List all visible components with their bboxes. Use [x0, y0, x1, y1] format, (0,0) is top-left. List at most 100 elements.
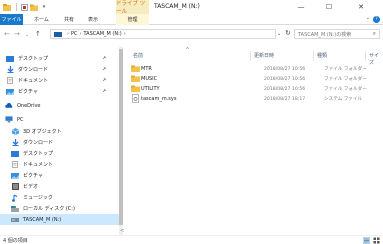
sidebar-item-label: PC	[17, 116, 24, 123]
breadcrumb-separator: ›	[79, 31, 82, 37]
folder-icon	[131, 75, 140, 82]
sidebar-item-label: TASCAM_M (N:)	[23, 216, 62, 223]
tab-manage[interactable]: 管理	[116, 14, 149, 25]
column-header-modified[interactable]: 更新日時	[254, 52, 274, 60]
sidebar-item-downloads[interactable]: ダウンロード	[0, 137, 119, 148]
explorer-window-icon	[3, 3, 11, 11]
folder-icon	[131, 85, 140, 92]
tab-home[interactable]: ホーム	[34, 14, 49, 25]
address-dropdown-button[interactable]: ⌄	[277, 31, 281, 37]
file-type: ファイル フォルダー	[324, 67, 367, 72]
column-header-size[interactable]: サイズ	[369, 52, 383, 66]
breadcrumb-separator: ›	[67, 31, 69, 37]
file-name: MUSIC	[141, 76, 158, 82]
file-row-mtr[interactable]: MTR 2018/08/27 10:56 ファイル フォルダー	[125, 64, 383, 74]
tab-share[interactable]: 共有	[64, 14, 74, 25]
minimize-button[interactable]: —	[290, 0, 312, 14]
sidebar-item-label: OneDrive	[17, 102, 41, 109]
sidebar-item-desktop-pinned[interactable]: デスクトップ	[0, 53, 119, 64]
sidebar-item-label: ローカル ディスク (C:)	[23, 206, 75, 212]
3d-objects-icon	[11, 128, 19, 135]
sidebar-item-tascam-drive[interactable]: TASCAM_M (N:)	[0, 214, 119, 225]
desktop-icon	[11, 150, 19, 157]
sidebar-item-onedrive[interactable]: OneDrive	[0, 100, 119, 111]
column-divider[interactable]	[250, 51, 251, 61]
address-bar[interactable]: › PC › TASCAM_M (N:) ›	[50, 29, 276, 39]
scrollbar-thumb[interactable]	[119, 49, 123, 225]
customize-toolbar-icon[interactable]: ▾	[40, 4, 48, 11]
refresh-button[interactable]: ↻	[285, 29, 291, 37]
navigation-scrollbar[interactable]	[119, 47, 123, 235]
pc-icon	[5, 116, 13, 123]
tab-file[interactable]: ファイル	[0, 14, 23, 25]
documents-icon	[11, 161, 19, 168]
sidebar-item-pc[interactable]: PC	[0, 114, 119, 125]
file-row-tascam-sys[interactable]: tascam_m.sys 2018/08/27 18:17 システム ファイル	[125, 94, 383, 104]
column-header-name[interactable]: 名前	[133, 52, 143, 60]
item-count: 4 個の項目	[3, 238, 28, 244]
sidebar-item-3d-objects[interactable]: 3D オブジェクト	[0, 126, 119, 137]
ribbon-expand-icon[interactable]: ⌄	[366, 15, 370, 21]
sidebar-item-label: ビデオ	[23, 184, 39, 190]
sidebar-item-label: デスクトップ	[18, 56, 49, 62]
sidebar-item-pictures-pinned[interactable]: ピクチャ	[0, 86, 119, 97]
forward-button[interactable]: →	[14, 30, 20, 38]
music-icon	[11, 194, 19, 202]
onedrive-icon	[5, 102, 13, 109]
search-input[interactable]: TASCAM_M (N:)の検索 ⌕	[294, 29, 380, 39]
breadcrumb-drive[interactable]: TASCAM_M (N:)	[84, 31, 122, 37]
help-icon[interactable]: ?	[373, 16, 380, 23]
properties-icon[interactable]	[20, 3, 28, 11]
sidebar-item-downloads-pinned[interactable]: ダウンロード	[0, 64, 119, 75]
sidebar-item-label: ドキュメント	[18, 78, 49, 84]
sidebar-item-label: ミュージック	[23, 195, 53, 201]
sidebar-item-label: ドキュメント	[23, 162, 54, 168]
tab-view[interactable]: 表示	[88, 14, 98, 25]
large-icons-view-icon[interactable]	[373, 237, 380, 244]
sidebar-item-documents-pinned[interactable]: ドキュメント	[0, 75, 119, 86]
sidebar-item-label: 3D オブジェクト	[23, 129, 62, 135]
breadcrumb-pc[interactable]: PC	[71, 31, 78, 37]
title-bar: ▾ ドライブ ツール TASCAM_M (N:) — ☐ ✕	[0, 0, 383, 15]
back-button[interactable]: ←	[4, 30, 10, 38]
search-icon[interactable]: ⌕	[373, 30, 376, 38]
download-icon	[6, 66, 14, 73]
new-folder-icon[interactable]	[30, 4, 38, 11]
scroll-left-button[interactable]: <	[120, 228, 124, 234]
sidebar-item-label: ピクチャ	[23, 173, 43, 179]
usb-drive-icon	[11, 216, 19, 223]
sidebar-item-local-disk[interactable]: ローカル ディスク (C:)	[0, 203, 119, 214]
file-name: UTILITY	[141, 86, 160, 92]
maximize-button[interactable]: ☐	[318, 0, 340, 14]
documents-icon	[6, 77, 14, 84]
sidebar-item-documents[interactable]: ドキュメント	[0, 159, 119, 170]
details-view-icon[interactable]	[362, 236, 371, 244]
videos-icon	[11, 183, 19, 190]
sidebar-item-music[interactable]: ミュージック	[0, 192, 119, 203]
column-divider[interactable]	[365, 51, 366, 61]
sidebar-item-label: ダウンロード	[18, 67, 49, 73]
column-header-type[interactable]: 種類	[317, 52, 327, 60]
recent-locations-button[interactable]: ⌄	[25, 32, 29, 38]
file-type: ファイル フォルダー	[324, 87, 367, 92]
pictures-icon	[6, 88, 14, 95]
quick-access-toolbar: ▾	[0, 0, 50, 14]
folder-icon	[131, 65, 140, 72]
up-button[interactable]: ↑	[35, 30, 41, 38]
file-modified: 2018/08/27 10:56	[264, 66, 306, 72]
sidebar-item-videos[interactable]: ビデオ	[0, 181, 119, 192]
breadcrumb-separator: ›	[123, 31, 126, 37]
close-button[interactable]: ✕	[350, 0, 372, 14]
sidebar-item-pictures[interactable]: ピクチャ	[0, 170, 119, 181]
sidebar-item-desktop[interactable]: デスクトップ	[0, 148, 119, 159]
system-file-icon	[132, 94, 139, 103]
sort-ascending-icon: ^	[185, 47, 191, 54]
column-divider[interactable]	[313, 51, 314, 61]
file-row-utility[interactable]: UTILITY 2018/08/27 10:56 ファイル フォルダー	[125, 84, 383, 94]
ribbon-tabs: ファイル ホーム 共有 表示 管理 ⌄ ?	[0, 14, 383, 25]
file-row-music[interactable]: MUSIC 2018/08/27 10:56 ファイル フォルダー	[125, 74, 383, 84]
pictures-icon	[11, 172, 19, 179]
sidebar-item-label: ピクチャ	[18, 89, 38, 95]
pin-icon	[102, 77, 107, 84]
file-type: システム ファイル	[324, 97, 363, 102]
